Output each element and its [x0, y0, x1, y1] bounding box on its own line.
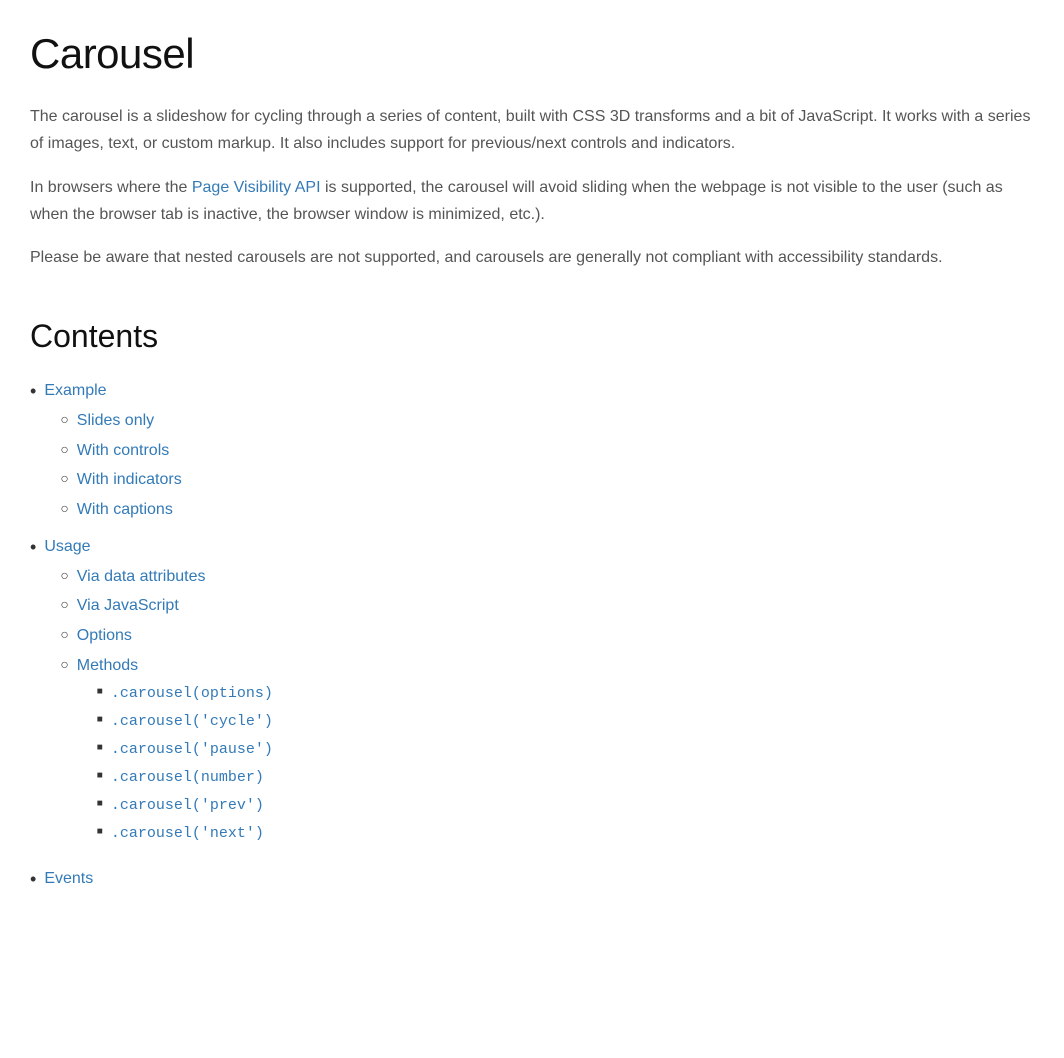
nav-link-carousel-options[interactable]: .carousel(options)	[111, 682, 273, 706]
nav-item-via-data-attributes: Via data attributes	[60, 564, 1034, 590]
nav-item-carousel-options: .carousel(options)	[97, 682, 1034, 706]
nav-item-with-controls: With controls	[60, 438, 1034, 464]
nav-item-events: Events	[30, 866, 1034, 893]
nav-item-with-indicators: With indicators	[60, 467, 1034, 493]
nav-item-carousel-prev: .carousel('prev')	[97, 794, 1034, 818]
nav-link-usage[interactable]: Usage	[44, 534, 1034, 560]
contents-list: Example Slides only With controls With i…	[30, 378, 1034, 893]
methods-sublist: .carousel(options) .carousel('cycle') .c…	[97, 682, 1034, 850]
description-paragraph-3: Please be aware that nested carousels ar…	[30, 244, 1034, 271]
nav-link-via-data-attributes[interactable]: Via data attributes	[77, 564, 206, 590]
nav-link-with-captions[interactable]: With captions	[77, 497, 173, 523]
nav-link-carousel-prev[interactable]: .carousel('prev')	[111, 794, 264, 818]
nav-item-example: Example Slides only With controls With i…	[30, 378, 1034, 530]
example-sublist: Slides only With controls With indicator…	[60, 408, 1034, 526]
description-paragraph-1: The carousel is a slideshow for cycling …	[30, 103, 1034, 157]
nav-item-via-javascript: Via JavaScript	[60, 593, 1034, 619]
nav-link-events[interactable]: Events	[44, 866, 1034, 892]
page-title: Carousel	[30, 20, 1034, 87]
nav-item-carousel-next: .carousel('next')	[97, 822, 1034, 846]
description-paragraph-2: In browsers where the Page Visibility AP…	[30, 174, 1034, 228]
nav-link-via-javascript[interactable]: Via JavaScript	[77, 593, 179, 619]
nav-link-with-indicators[interactable]: With indicators	[77, 467, 182, 493]
usage-sublist: Via data attributes Via JavaScript Optio…	[60, 564, 1034, 858]
description-section: The carousel is a slideshow for cycling …	[30, 103, 1034, 271]
nav-link-slides-only[interactable]: Slides only	[77, 408, 154, 434]
nav-item-carousel-number: .carousel(number)	[97, 766, 1034, 790]
nav-item-carousel-cycle: .carousel('cycle')	[97, 710, 1034, 734]
nav-item-methods: Methods .carousel(options) .carousel('cy…	[60, 653, 1034, 855]
nav-link-methods[interactable]: Methods	[77, 653, 1034, 679]
nav-link-carousel-cycle[interactable]: .carousel('cycle')	[111, 710, 273, 734]
nav-item-carousel-pause: .carousel('pause')	[97, 738, 1034, 762]
nav-link-carousel-next[interactable]: .carousel('next')	[111, 822, 264, 846]
nav-item-options: Options	[60, 623, 1034, 649]
nav-link-options[interactable]: Options	[77, 623, 132, 649]
nav-item-slides-only: Slides only	[60, 408, 1034, 434]
nav-link-carousel-number[interactable]: .carousel(number)	[111, 766, 264, 790]
nav-link-carousel-pause[interactable]: .carousel('pause')	[111, 738, 273, 762]
page-visibility-api-link[interactable]: Page Visibility API	[192, 179, 321, 196]
nav-item-with-captions: With captions	[60, 497, 1034, 523]
nav-link-example[interactable]: Example	[44, 378, 1034, 404]
nav-link-with-controls[interactable]: With controls	[77, 438, 169, 464]
contents-heading: Contents	[30, 311, 1034, 362]
description2-prefix: In browsers where the	[30, 179, 192, 196]
nav-item-usage: Usage Via data attributes Via JavaScript…	[30, 534, 1034, 862]
